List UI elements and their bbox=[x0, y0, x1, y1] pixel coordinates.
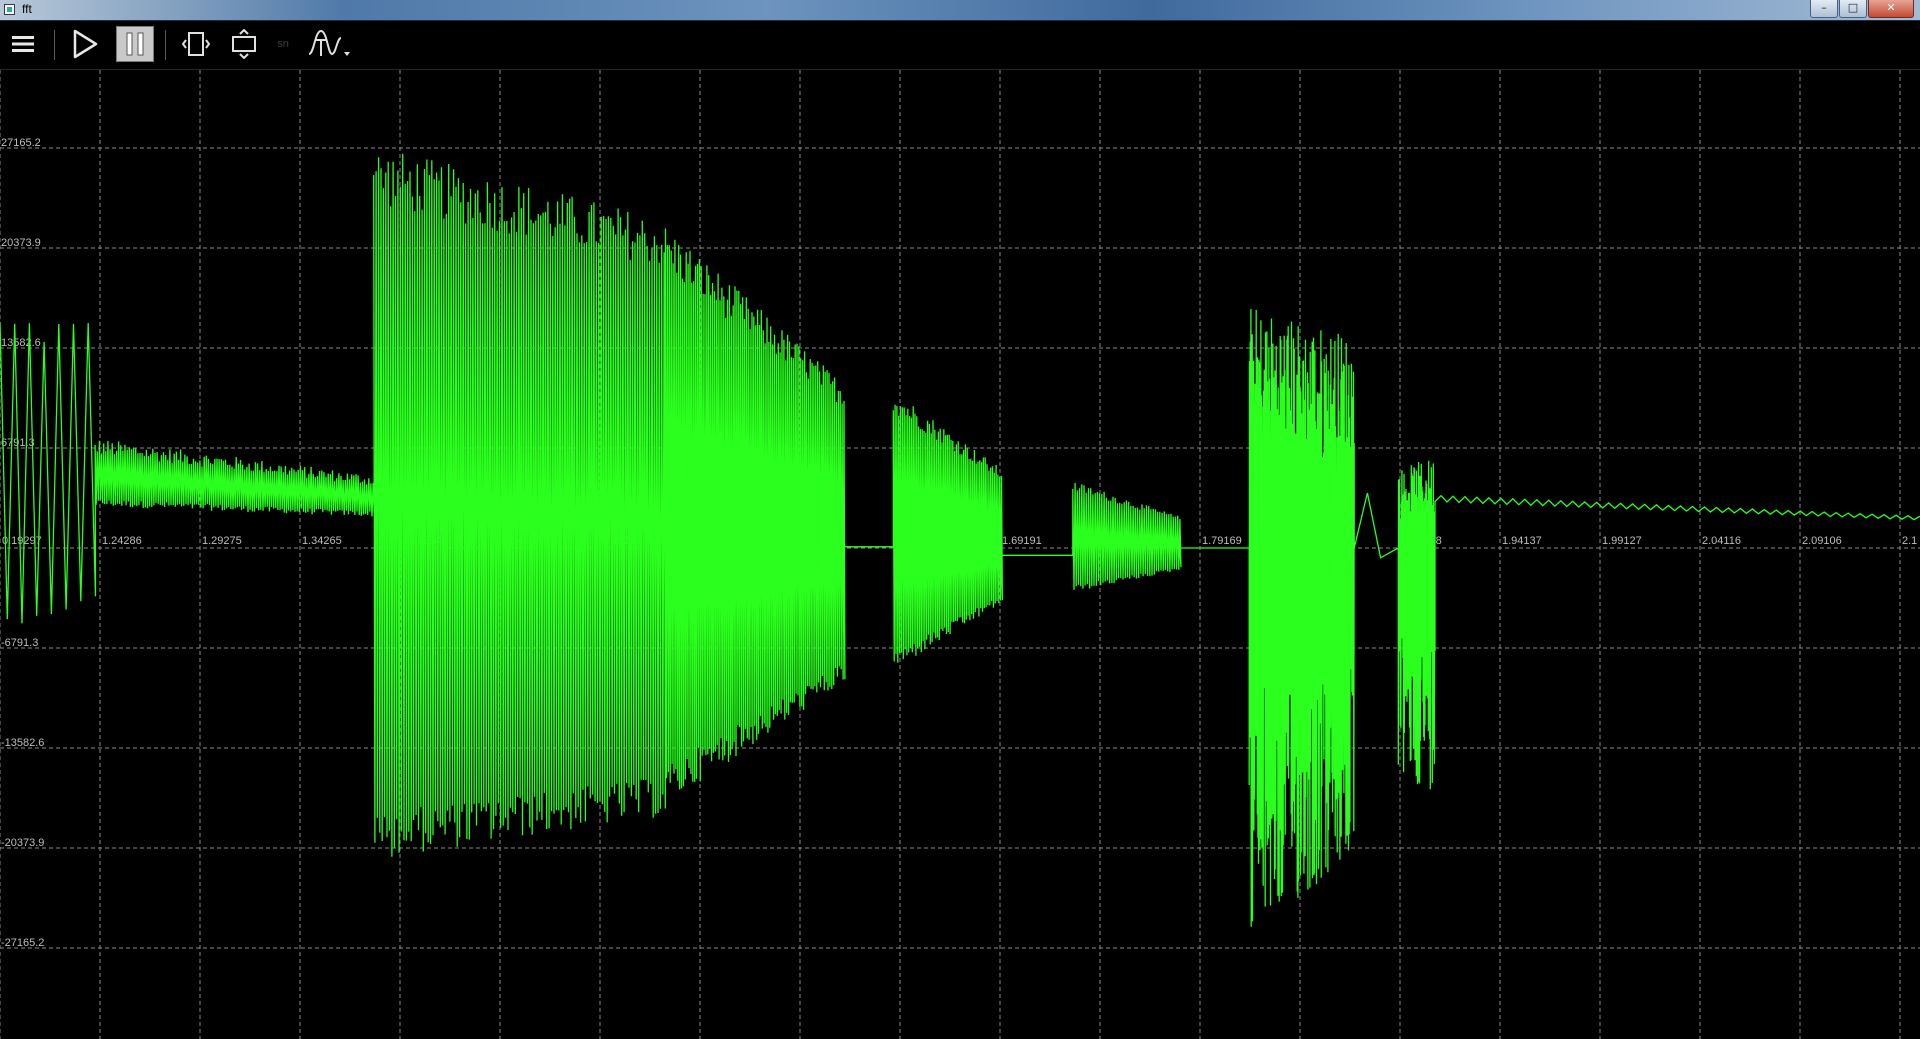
fit-horizontal-icon bbox=[182, 32, 210, 56]
fit-vertical-button[interactable] bbox=[228, 26, 260, 62]
x-tick-label: 2.1 bbox=[1902, 535, 1917, 547]
close-button[interactable]: ✕ bbox=[1868, 0, 1914, 18]
x-tick-label: 1.94137 bbox=[1502, 535, 1542, 547]
x-tick-label: 1.99127 bbox=[1602, 535, 1642, 547]
window-title-bar[interactable]: fft – □ ✕ bbox=[0, 0, 1920, 21]
y-tick-label: 27165.2 bbox=[1, 137, 41, 149]
fit-vertical-icon bbox=[232, 29, 256, 59]
app-icon bbox=[4, 4, 15, 15]
sn-label[interactable]: sn bbox=[274, 26, 292, 62]
waveform-plot[interactable]: 0.19297 1.24286 1.29275 1.34265 1.39254 1.442… bbox=[0, 70, 1920, 1039]
x-tick-label: 1.79169 bbox=[1202, 535, 1242, 547]
toolbar-separator bbox=[54, 30, 55, 60]
toolbar-separator bbox=[165, 30, 166, 60]
window-controls: – □ ✕ bbox=[1809, 0, 1914, 18]
y-tick-label: 13582.6 bbox=[1, 337, 41, 349]
x-tick-label: 1.69191 bbox=[1002, 535, 1042, 547]
x-tick-label: 2.09106 bbox=[1802, 535, 1842, 547]
hamburger-menu-icon bbox=[12, 36, 34, 52]
toolbar: sn bbox=[0, 21, 1920, 70]
pause-icon bbox=[126, 32, 144, 56]
fit-horizontal-button[interactable] bbox=[180, 26, 212, 62]
pause-button[interactable] bbox=[116, 26, 154, 62]
y-tick-label: -27165.2 bbox=[1, 937, 44, 949]
maximize-button[interactable]: □ bbox=[1839, 0, 1867, 18]
y-tick-label: -20373.9 bbox=[1, 837, 44, 849]
window-title: fft bbox=[22, 2, 32, 16]
y-tick-label: -13582.6 bbox=[1, 737, 44, 749]
trigger-button[interactable] bbox=[305, 26, 353, 62]
x-tick-label: 1.24286 bbox=[102, 535, 142, 547]
minimize-button[interactable]: – bbox=[1810, 0, 1838, 18]
play-button[interactable] bbox=[68, 26, 102, 62]
x-tick-label: 1.34265 bbox=[302, 535, 342, 547]
x-tick-label: 0.19297 bbox=[2, 535, 42, 547]
x-tick-label: 1.29275 bbox=[202, 535, 242, 547]
waveform-chart[interactable]: 0.19297 1.24286 1.29275 1.34265 1.39254 1.442… bbox=[0, 70, 1920, 1039]
y-tick-label: 20373.9 bbox=[1, 237, 41, 249]
y-tick-label: -6791.3 bbox=[1, 637, 38, 649]
menu-button[interactable] bbox=[8, 26, 38, 62]
x-tick-label: 2.04116 bbox=[1702, 535, 1741, 547]
play-icon bbox=[73, 29, 98, 59]
trigger-icon bbox=[308, 29, 350, 56]
